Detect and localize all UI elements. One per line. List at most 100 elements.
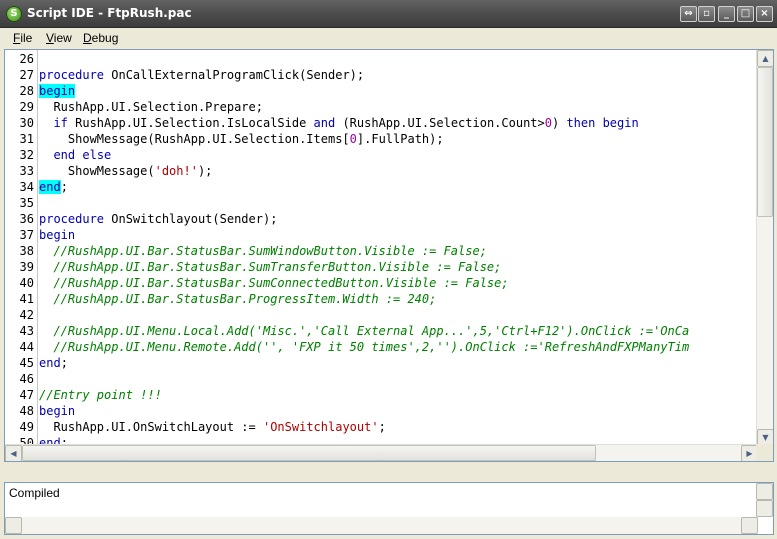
line-number: 30 — [19, 116, 34, 130]
menu-view[interactable]: View — [46, 31, 72, 45]
arrow-right-icon[interactable] — [741, 517, 758, 534]
code-line[interactable]: //RushApp.UI.Bar.StatusBar.SumConnectedB… — [39, 275, 509, 291]
line-number: 29 — [19, 100, 34, 114]
line-number: 36 — [19, 212, 34, 226]
code-line[interactable]: if RushApp.UI.Selection.IsLocalSide and … — [39, 115, 639, 131]
line-number-gutter: 26 27 28 29 30 31 32 33 34 35 36 37 38 39 40 41 42 43 44 45… — [5, 50, 38, 461]
line-number: 42 — [19, 308, 34, 322]
code-token: //RushApp.UI.Menu.Remote.Add('', 'FXP it… — [39, 340, 690, 354]
menu-debug[interactable]: Debug — [83, 31, 118, 45]
title-bar[interactable]: S Script IDE - FtpRush.pac ⇔ ▫ _ □ × — [0, 0, 777, 28]
code-token: ); — [197, 164, 213, 178]
code-token: //RushApp.UI.Bar.StatusBar.SumWindowButt… — [39, 244, 487, 258]
code-line[interactable]: RushApp.UI.OnSwitchLayout := 'OnSwitchla… — [39, 419, 386, 435]
code-token: ; — [378, 420, 386, 434]
code-token: begin — [39, 404, 76, 418]
code-token: procedure — [39, 212, 105, 226]
editor-vertical-scrollbar[interactable]: ▲ ▼ — [756, 50, 773, 446]
line-number: 39 — [19, 260, 34, 274]
pin-button[interactable]: ▫ — [698, 6, 715, 22]
line-number: 44 — [19, 340, 34, 354]
line-number: 49 — [19, 420, 34, 434]
code-line[interactable]: procedure OnCallExternalProgramClick(Sen… — [39, 67, 364, 83]
menu-file[interactable]: File — [13, 31, 32, 45]
script-icon: S — [6, 6, 22, 22]
line-number: 34 — [19, 180, 34, 194]
maximize-button[interactable]: □ — [737, 6, 754, 22]
code-token: begin — [39, 228, 76, 242]
code-token: end — [39, 180, 61, 194]
code-token: begin — [602, 116, 639, 130]
code-token: RushApp.UI.Selection.IsLocalSide — [67, 116, 314, 130]
output-horizontal-scrollbar[interactable] — [5, 517, 758, 534]
line-number: 37 — [19, 228, 34, 242]
code-editor[interactable]: 26 27 28 29 30 31 32 33 34 35 36 37 38 39 40 41 42 43 44 45… — [4, 49, 774, 462]
code-token: ShowMessage(RushApp.UI.Selection.Items[ — [39, 132, 350, 146]
code-line[interactable]: begin — [39, 83, 76, 99]
code-line[interactable]: begin — [39, 227, 75, 243]
code-token: OnSwitchlayout(Sender); — [104, 212, 278, 226]
code-token: ; — [60, 180, 68, 194]
line-number: 27 — [19, 68, 34, 82]
code-token: end — [53, 148, 76, 162]
code-token: RushApp.UI.Selection.Prepare; — [39, 100, 263, 114]
code-line[interactable]: end; — [39, 355, 68, 371]
editor-horizontal-scrollbar[interactable]: ◀ ▶ — [5, 444, 758, 461]
line-number: 32 — [19, 148, 34, 162]
line-number: 43 — [19, 324, 34, 338]
line-number: 26 — [19, 52, 34, 66]
code-token: //RushApp.UI.Bar.StatusBar.ProgressItem.… — [39, 292, 437, 306]
code-token: if — [53, 116, 68, 130]
arrow-left-icon[interactable]: ◀ — [5, 445, 22, 461]
code-line[interactable]: procedure OnSwitchlayout(Sender); — [39, 211, 277, 227]
line-number: 45 — [19, 356, 34, 370]
restore-button[interactable]: ⇔ — [680, 6, 697, 22]
code-line[interactable]: end; — [39, 179, 68, 195]
horizontal-scroll-thumb[interactable] — [22, 445, 596, 461]
line-number: 31 — [19, 132, 34, 146]
code-token: else — [82, 148, 112, 162]
code-token: //RushApp.UI.Bar.StatusBar.SumConnectedB… — [39, 276, 509, 290]
code-token: //RushApp.UI.Menu.Local.Add('Misc.','Cal… — [39, 324, 690, 338]
code-token: then — [566, 116, 596, 130]
code-line[interactable]: //Entry point !!! — [39, 387, 162, 403]
arrow-up-icon[interactable] — [756, 483, 773, 500]
code-line[interactable]: //RushApp.UI.Bar.StatusBar.SumTransferBu… — [39, 259, 501, 275]
line-number: 33 — [19, 164, 34, 178]
arrow-left-icon[interactable] — [5, 517, 22, 534]
arrow-up-icon[interactable]: ▲ — [757, 50, 773, 67]
code-line[interactable]: //RushApp.UI.Menu.Local.Add('Misc.','Cal… — [39, 323, 689, 339]
code-token: //RushApp.UI.Bar.StatusBar.SumTransferBu… — [39, 260, 502, 274]
output-vertical-scrollbar[interactable] — [756, 483, 773, 517]
code-line[interactable]: begin — [39, 403, 75, 419]
code-token: begin — [39, 84, 76, 98]
vertical-scroll-thumb[interactable] — [757, 67, 773, 217]
code-line[interactable]: RushApp.UI.Selection.Prepare; — [39, 99, 263, 115]
output-message: Compiled — [9, 486, 60, 500]
code-token: ; — [60, 356, 68, 370]
code-line[interactable]: ShowMessage(RushApp.UI.Selection.Items[0… — [39, 131, 444, 147]
code-token: and — [313, 116, 336, 130]
line-number: 41 — [19, 292, 34, 306]
code-line[interactable]: //RushApp.UI.Menu.Remote.Add('', 'FXP it… — [39, 339, 689, 355]
code-token: 'OnSwitchlayout' — [262, 420, 379, 434]
code-token: ].FullPath); — [356, 132, 444, 146]
close-button[interactable]: × — [756, 6, 773, 22]
code-token: end — [39, 356, 61, 370]
code-line[interactable]: //RushApp.UI.Bar.StatusBar.SumWindowButt… — [39, 243, 487, 259]
code-area[interactable]: procedure OnCallExternalProgramClick(Sen… — [39, 50, 756, 461]
code-line[interactable]: //RushApp.UI.Bar.StatusBar.ProgressItem.… — [39, 291, 436, 307]
code-token: OnCallExternalProgramClick(Sender); — [104, 68, 365, 82]
line-number: 47 — [19, 388, 34, 402]
scrollbar-corner — [756, 444, 773, 461]
code-line[interactable]: end else — [39, 147, 111, 163]
code-token: 'doh!' — [154, 164, 198, 178]
line-number: 46 — [19, 372, 34, 386]
code-line[interactable]: ShowMessage('doh!'); — [39, 163, 213, 179]
window-title: Script IDE - FtpRush.pac — [27, 6, 192, 20]
minimize-button[interactable]: _ — [718, 6, 735, 22]
output-panel[interactable]: Compiled — [4, 482, 774, 535]
arrow-down-icon[interactable] — [756, 500, 773, 517]
code-token: //Entry point !!! — [39, 388, 162, 402]
